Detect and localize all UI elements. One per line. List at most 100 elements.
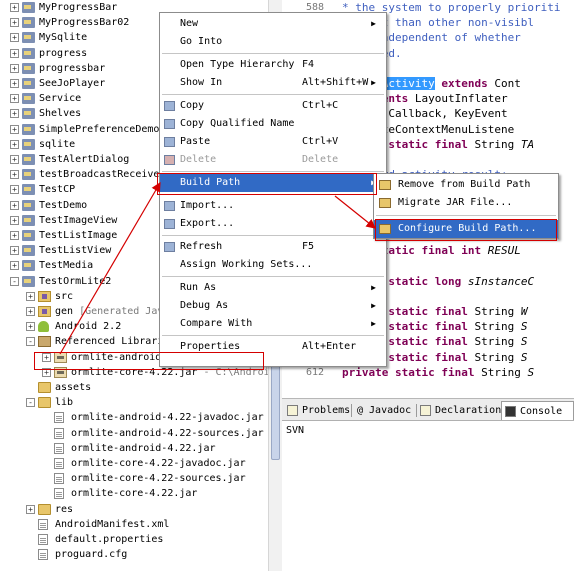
import-icon [164, 201, 175, 211]
project-icon [22, 123, 35, 135]
expand-icon[interactable]: + [10, 48, 19, 58]
tree-item-label: TestOrmLite2 [39, 275, 112, 287]
tab-label: Console [520, 406, 563, 417]
tree-item[interactable]: ormlite-android-4.22-sources.jar [0, 426, 268, 441]
expand-icon[interactable]: + [10, 231, 19, 240]
expand-icon[interactable]: + [10, 18, 19, 28]
expand-icon[interactable]: + [10, 63, 19, 73]
expand-icon[interactable]: + [26, 504, 35, 514]
expand-icon[interactable]: + [10, 246, 19, 256]
tree-item[interactable]: + res [0, 502, 268, 517]
tree-item-label: lib [55, 397, 74, 409]
menu-item-label: Copy [180, 100, 205, 111]
chevron-right-icon: ▶ [371, 301, 376, 310]
tree-item[interactable]: default.properties [0, 532, 268, 547]
expand-icon[interactable]: + [10, 94, 19, 104]
menu-item-run-as[interactable]: Run As ▶ [160, 279, 386, 297]
menu-separator [376, 215, 556, 216]
menu-item-label: Copy Qualified Name [180, 118, 295, 129]
menu-item-import[interactable]: Import... [160, 197, 386, 215]
expand-icon[interactable]: + [26, 322, 35, 332]
menu-item-label: Show In [180, 77, 223, 88]
expand-icon[interactable]: + [10, 185, 19, 195]
tree-item[interactable]: ormlite-core-4.22.jar [0, 486, 268, 501]
folder-icon [38, 503, 51, 515]
tree-item-label: Android 2.2 [55, 321, 122, 333]
expand-icon[interactable]: + [10, 261, 19, 271]
tree-item-label: TestMedia [39, 260, 94, 272]
menu-item-open-type-hierarchy[interactable]: Open Type Hierarchy F4 [160, 56, 386, 74]
expand-icon[interactable]: + [10, 139, 19, 149]
tree-item[interactable]: ormlite-core-4.22-sources.jar [0, 471, 268, 486]
menu-item-label: Refresh [180, 241, 223, 252]
collapse-icon[interactable]: - [26, 337, 35, 347]
tree-item[interactable]: ormlite-android-4.22-javadoc.jar [0, 410, 268, 425]
tree-item-label: ormlite-core-4.22.jar [71, 488, 198, 500]
menu-item-shortcut: Alt+Shift+W [302, 77, 369, 88]
tree-item-label: AndroidManifest.xml [55, 518, 170, 530]
tab-problems[interactable]: Problems [284, 401, 350, 420]
tree-item[interactable]: - lib [0, 395, 268, 410]
project-icon [22, 169, 35, 181]
expand-icon[interactable]: + [10, 3, 19, 12]
tree-item[interactable]: AndroidManifest.xml [0, 517, 268, 532]
tree-item[interactable]: proguard.cfg [0, 547, 268, 562]
tree-item-label: progressbar [39, 62, 106, 74]
menu-item-copy[interactable]: Copy Ctrl+C [160, 97, 386, 115]
menu-item-label: Assign Working Sets... [180, 259, 313, 270]
console-icon [505, 406, 516, 417]
menu-item-shortcut: Ctrl+C [302, 100, 339, 111]
expand-icon[interactable]: + [26, 307, 35, 316]
menu-item-debug-as[interactable]: Debug As ▶ [160, 297, 386, 315]
menu-item-refresh[interactable]: Refresh F5 [160, 238, 386, 256]
tab-console[interactable]: Console [501, 401, 574, 420]
tab-javadoc[interactable]: @ Javadoc [353, 401, 411, 420]
expand-icon[interactable]: + [10, 155, 19, 164]
file-icon [38, 534, 48, 545]
tree-item-label: TestListImage [39, 230, 118, 241]
lib-icon [38, 336, 51, 348]
tree-item[interactable]: assets [0, 380, 268, 395]
tree-item-label: res [55, 503, 74, 515]
delete-icon [164, 155, 175, 165]
menu-item-copy-qualified-name[interactable]: Copy Qualified Name [160, 115, 386, 133]
expand-icon[interactable]: + [10, 124, 19, 134]
menu-item-assign-working-sets[interactable]: Assign Working Sets... [160, 256, 386, 274]
project-icon [22, 62, 35, 74]
menu-item-show-in[interactable]: Show In Alt+Shift+W ▶ [160, 74, 386, 92]
project-icon [22, 138, 35, 150]
project-icon [22, 78, 35, 89]
menu-separator [162, 171, 384, 172]
expand-icon[interactable]: + [10, 170, 19, 180]
menu-item-shortcut: F5 [302, 241, 315, 252]
menu-item-delete[interactable]: Delete Delete [160, 151, 386, 169]
menu-item-new[interactable]: New ▶ [160, 15, 386, 33]
tree-item-label: MyProgressBar [39, 2, 118, 13]
expand-icon[interactable]: + [10, 109, 19, 119]
chevron-right-icon: ▶ [371, 78, 376, 87]
menu-item-compare-with[interactable]: Compare With ▶ [160, 315, 386, 333]
menu-separator [162, 276, 384, 277]
menu-item-go-into[interactable]: Go Into [160, 33, 386, 51]
expand-icon[interactable]: + [26, 291, 35, 301]
menu-item-label: Paste [180, 136, 211, 147]
submenu-item-label: Remove from Build Path [398, 179, 531, 190]
expand-icon[interactable]: + [10, 79, 19, 88]
tree-item[interactable]: ormlite-android-4.22.jar [0, 441, 268, 456]
submenu-item-migrate-jar-file[interactable]: Migrate JAR File... [374, 194, 558, 212]
menu-item-paste[interactable]: Paste Ctrl+V [160, 133, 386, 151]
tab-label: Declaration [435, 405, 502, 416]
tab-declaration[interactable]: Declaration [417, 401, 501, 420]
bottom-views-panel: Problems @ Javadoc Declaration Console S… [282, 398, 574, 571]
collapse-icon[interactable]: - [10, 276, 19, 286]
expand-icon[interactable]: + [10, 33, 19, 43]
menu-item-export[interactable]: Export... [160, 215, 386, 233]
expand-icon[interactable]: + [10, 200, 19, 210]
expand-icon[interactable]: + [10, 215, 19, 225]
collapse-icon[interactable]: - [26, 398, 35, 408]
tree-item[interactable]: ormlite-core-4.22-javadoc.jar [0, 456, 268, 471]
menu-separator [162, 235, 384, 236]
project-icon [22, 199, 35, 211]
submenu-item-remove-from-build-path[interactable]: Remove from Build Path [374, 176, 558, 194]
file-icon [54, 473, 64, 485]
